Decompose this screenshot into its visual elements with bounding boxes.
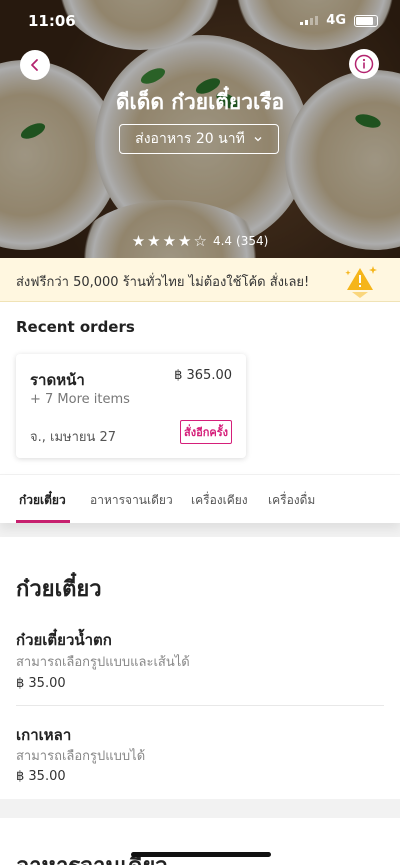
tab-drinks[interactable]: เครื่องดื่ม — [268, 491, 315, 510]
promo-text: ส่งฟรีกว่า 50,000 ร้านทั่วไทย ไม่ต้องใช้… — [16, 275, 310, 290]
chevron-left-icon — [31, 59, 38, 71]
menu-item-name: เกาเหลา — [16, 726, 72, 744]
home-indicator[interactable] — [131, 852, 271, 857]
signal-icon — [300, 16, 319, 25]
order-name: ราดหน้า — [30, 371, 85, 389]
menu-section-noodles: ก๋วยเตี๋ยว ก๋วยเตี๋ยวน้ำตก สามารถเลือกรู… — [0, 537, 400, 799]
warning-sparkle-icon — [345, 266, 377, 298]
tab-noodles[interactable]: ก๋วยเตี๋ยว — [19, 491, 66, 510]
menu-item-price: ฿ 35.00 — [16, 769, 66, 784]
order-date: จ., เมษายน 27 — [30, 430, 117, 445]
order-price: ฿ 365.00 — [174, 368, 232, 383]
order-more-items: + 7 More items — [30, 392, 130, 407]
recent-orders-title: Recent orders — [16, 318, 135, 336]
info-icon — [354, 54, 374, 74]
chevron-down-icon — [254, 137, 262, 142]
delivery-time-label: ส่งอาหาร 20 นาที — [135, 131, 245, 147]
tab-side-dishes[interactable]: เครื่องเคียง — [191, 491, 248, 510]
network-label: 4G — [326, 13, 346, 28]
promo-banner[interactable]: ส่งฟรีกว่า 50,000 ร้านทั่วไทย ไม่ต้องใช้… — [0, 258, 400, 302]
category-tabs: ก๋วยเตี๋ยว อาหารจานเดียว เครื่องเคียง เค… — [0, 475, 400, 523]
recent-orders-section: Recent orders ราดหน้า ฿ 365.00 + 7 More … — [0, 302, 400, 474]
rating-value: 4.4 — [212, 234, 233, 248]
restaurant-name: ดีเด็ด ก๋วยเตี๋ยวเรือ — [115, 90, 285, 114]
delivery-time-selector[interactable]: ส่งอาหาร 20 นาที — [119, 124, 279, 154]
rating-summary[interactable]: ★★★★☆ 4.4 (354) — [0, 232, 400, 250]
rating-count: (354) — [236, 234, 269, 248]
recent-order-card[interactable]: ราดหน้า ฿ 365.00 + 7 More items จ., เมษา… — [16, 354, 246, 458]
menu-item-description: สามารถเลือกรูปแบบและเส้นได้ — [16, 655, 190, 670]
menu-item-price: ฿ 35.00 — [16, 676, 66, 691]
menu-item-name: ก๋วยเตี๋ยวน้ำตก — [16, 631, 112, 649]
battery-icon — [354, 14, 378, 27]
status-bar: 11:06 4G — [0, 10, 400, 34]
category-title: ก๋วยเตี๋ยว — [16, 577, 102, 602]
menu-section-single-dish: อาหารจานเดียว — [0, 818, 400, 865]
status-time: 11:06 — [28, 12, 76, 30]
info-button[interactable] — [349, 49, 379, 79]
star-rating-icon: ★★★★☆ — [131, 232, 209, 250]
back-button[interactable] — [20, 50, 50, 80]
tab-single-dish[interactable]: อาหารจานเดียว — [90, 491, 173, 510]
menu-item-description: สามารถเลือกรูปแบบได้ — [16, 749, 146, 764]
divider — [16, 705, 384, 706]
reorder-button[interactable]: สั่งอีกครั้ง — [180, 420, 232, 444]
active-tab-indicator — [16, 520, 70, 523]
